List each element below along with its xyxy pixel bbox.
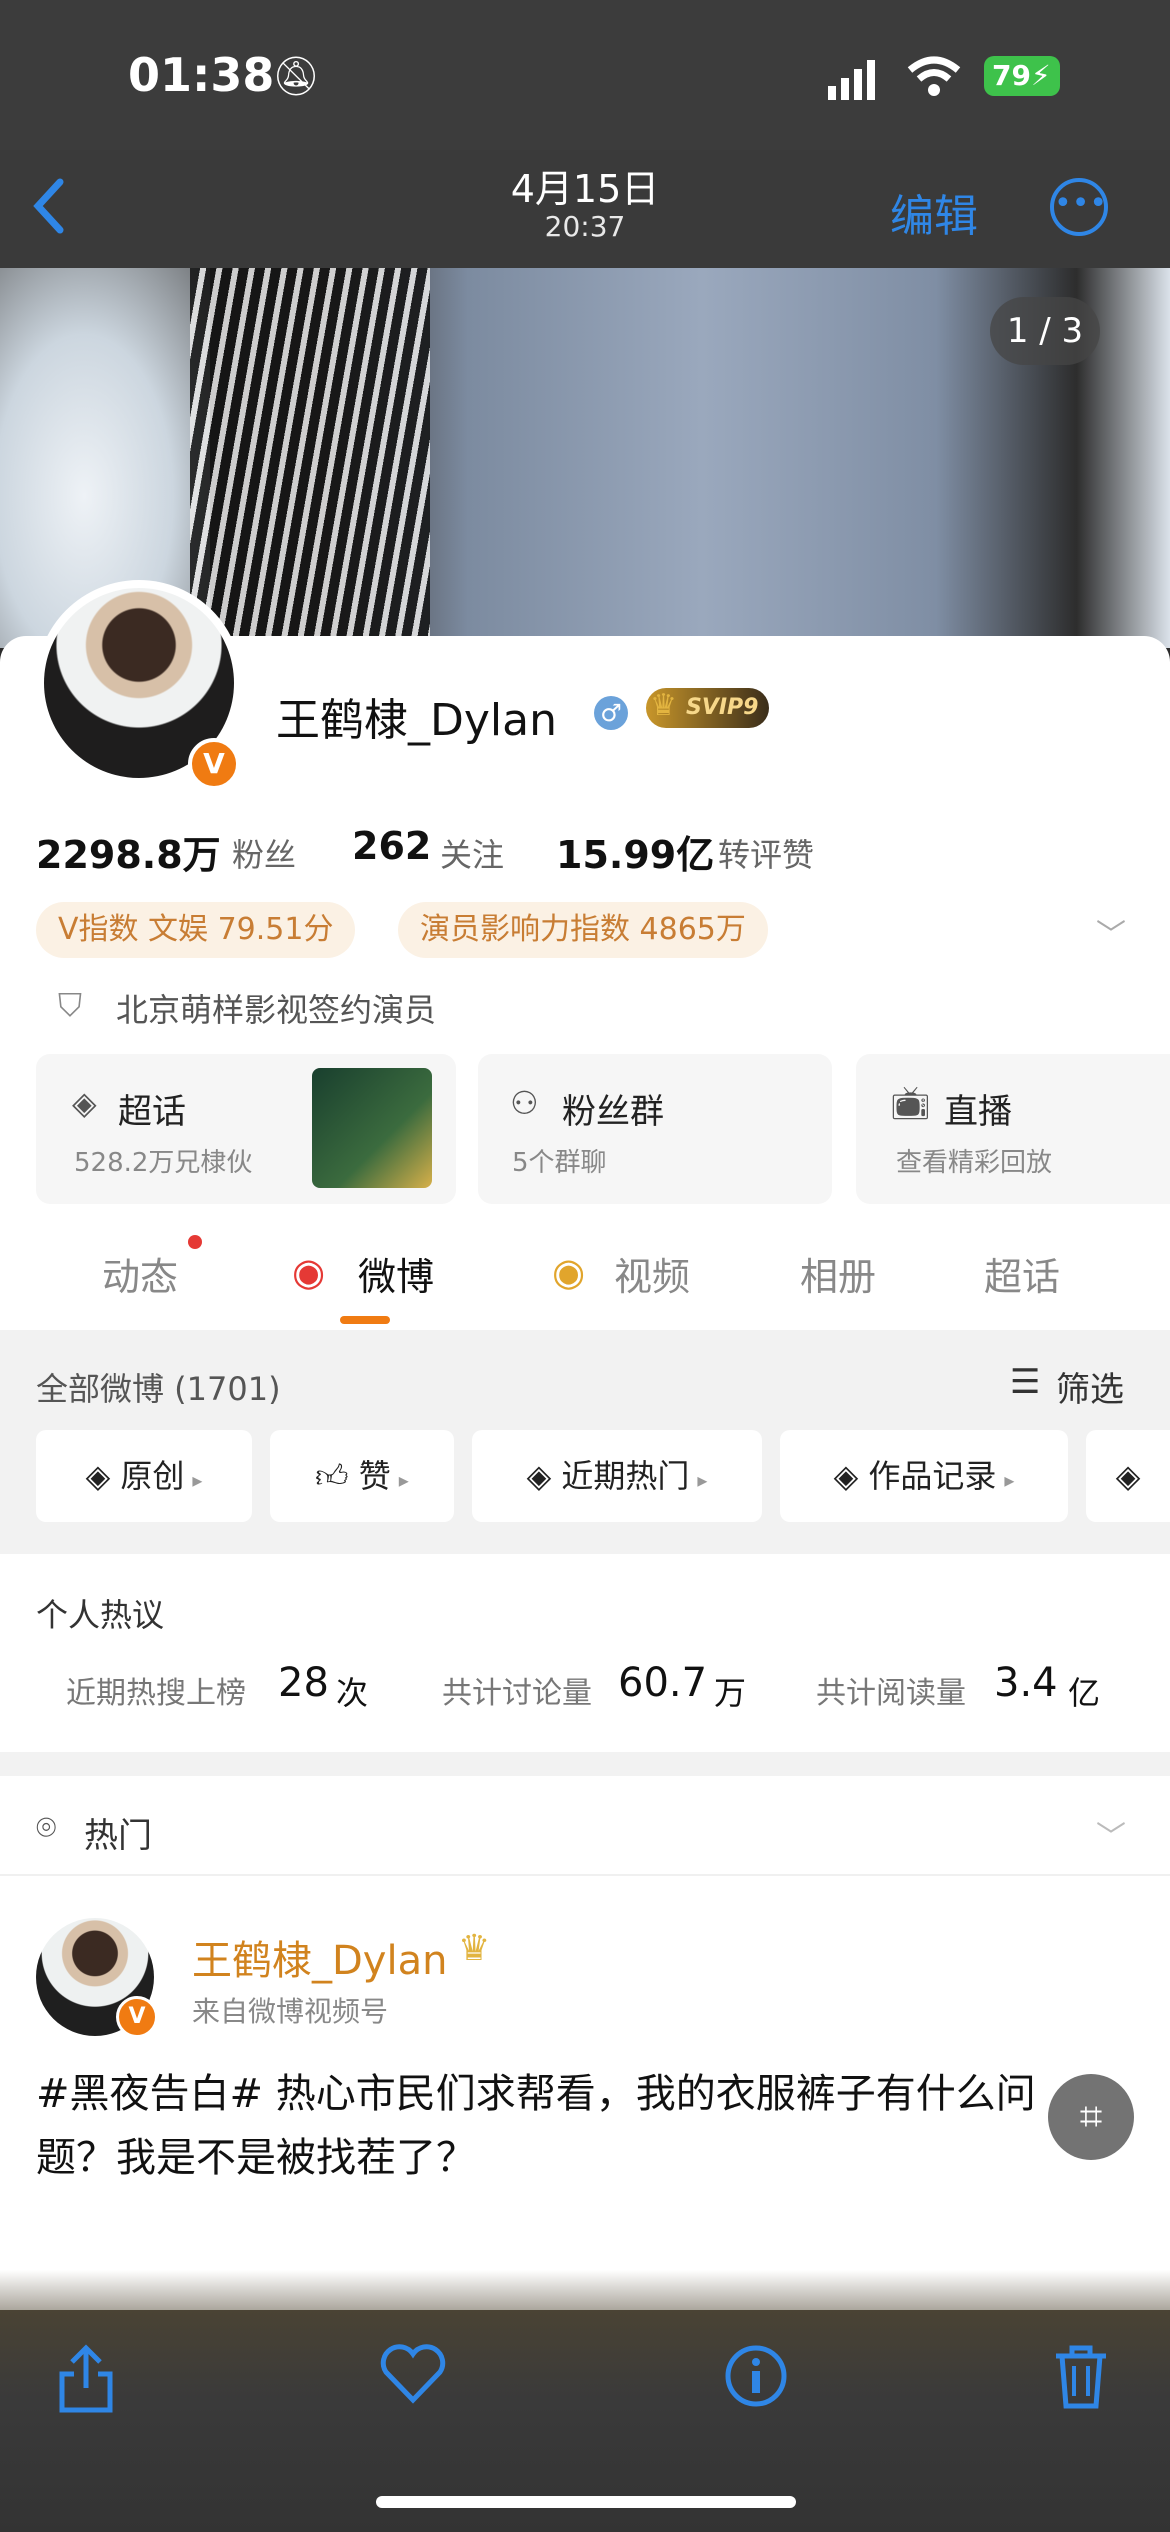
expand-chevron-icon[interactable]: ﹀ [1096,910,1126,954]
chip-arrow-icon: ▸ [398,1468,409,1492]
layers-icon: ◈ [833,1457,869,1495]
live-title: 直播 [944,1092,1012,1132]
chip-recent-hot-label: 近期热门 [561,1457,690,1495]
tab-album[interactable]: 相册 [800,1246,876,1301]
verified-badge-icon: V [188,738,240,790]
section-separator [0,1874,1170,1876]
super-topic-title: 超话 [118,1092,186,1132]
shield-check-icon: ⛉ [58,986,83,1024]
notification-dot [188,1235,202,1249]
likes-label: 转评赞 [718,836,815,874]
location-pin-icon: ⌾ [36,1808,57,1848]
likes-count[interactable]: 15.99亿 [556,824,714,879]
company-info: 北京萌样影视签约演员 [116,991,437,1029]
trend-searches-label: 近期热搜上榜 [66,1676,246,1711]
filter-icon: ☰ [1010,1362,1041,1402]
crown-icon: ♛ [650,688,677,723]
following-label: 关注 [440,836,505,874]
weibo-logo-icon: ◉ [292,1250,326,1294]
live-sub: 查看精彩回放 [896,1148,1053,1178]
tab-feed[interactable]: 动态 [102,1246,178,1301]
chip-likes[interactable]: 👍︎ 赞 ▸ [270,1430,454,1522]
chip-arrow-icon: ▸ [1004,1468,1015,1492]
chip-works-label: 作品记录 [868,1457,997,1495]
wifi-icon [906,54,962,102]
share-icon[interactable] [56,2344,116,2430]
cover-striped-shirt [190,268,430,648]
fan-group-icon: ⚇ [510,1084,539,1122]
layers-icon: ◈ [526,1457,562,1495]
info-icon[interactable] [724,2344,788,2424]
active-tab-indicator [340,1316,390,1324]
trend-searches-unit: 次 [336,1674,369,1712]
following-count[interactable]: 262 [352,824,431,868]
chip-arrow-icon: ▸ [192,1468,203,1492]
chip-original[interactable]: ◈ 原创 ▸ [36,1430,252,1522]
fan-group-title: 粉丝群 [562,1092,664,1132]
followers-count[interactable]: 2298.8万 [36,824,221,879]
followers-label: 粉丝 [232,836,297,874]
chip-likes-label: 赞 [358,1457,391,1495]
chip-original-label: 原创 [120,1457,185,1495]
signal-icon [828,60,880,104]
chip-arrow-icon: ▸ [697,1468,708,1492]
battery-level: 79 [992,59,1031,92]
fan-group-sub: 5个群聊 [512,1148,607,1178]
layers-icon: ◈ [1115,1457,1141,1495]
filter-button[interactable]: 筛选 [1056,1362,1124,1411]
heart-icon[interactable] [380,2344,446,2420]
hot-expand-chevron-icon[interactable]: ﹀ [1096,1812,1126,1856]
post-crown-icon: ♛ [458,1928,491,1969]
male-gender-icon: ♂ [594,696,628,730]
post-author-name[interactable]: 王鹤棣_Dylan [192,1928,447,1986]
all-posts-count: 全部微博 (1701) [36,1370,281,1408]
tab-video[interactable]: 视频 [614,1246,690,1301]
section-divider [0,1752,1170,1776]
home-indicator[interactable] [376,2496,796,2508]
tab-weibo[interactable]: 微博 [358,1246,434,1301]
username: 王鹤棣_Dylan [276,695,557,746]
trending-title: 个人热议 [36,1596,165,1634]
actor-influence-tag[interactable]: 演员影响力指数 4865万 [398,902,768,958]
mute-icon: 🔕︎ [272,54,321,98]
super-topic-sub: 528.2万兄棣伙 [74,1148,253,1178]
tab-super-topic[interactable]: 超话 [984,1246,1060,1301]
chip-more[interactable]: ◈ [1086,1430,1170,1522]
tv-icon: 📺︎ [890,1084,931,1122]
trend-discussion-label: 共计讨论量 [442,1676,592,1711]
trend-searches-value: 28 [278,1660,329,1706]
thumbs-up-icon: 👍︎ [315,1457,359,1495]
chip-works[interactable]: ◈ 作品记录 ▸ [780,1430,1068,1522]
super-topic-thumbnail [312,1068,432,1188]
edit-button[interactable]: 编辑 [890,180,978,244]
image-counter: 1 / 3 [990,297,1100,365]
video-eye-icon: ◉ [552,1250,586,1294]
nav-date: 4月15日 [510,167,660,211]
trend-discussion-unit: 万 [714,1674,747,1712]
status-time: 01:38 [128,48,275,102]
trend-reads-label: 共计阅读量 [816,1676,966,1711]
post-source: 来自微博视频号 [192,1995,389,2028]
trash-icon[interactable] [1052,2344,1110,2426]
hot-section-title: 热门 [84,1816,152,1856]
v-index-tag[interactable]: V指数 文娱 79.51分 [36,902,356,958]
trend-reads-value: 3.4 [994,1660,1058,1706]
post-text[interactable]: #黑夜告白# 热心市民们求帮看，我的衣服裤子有什么问题？我是不是被找茬了？ [36,2062,1106,2190]
super-topic-icon: ◈ [72,1084,97,1122]
layers-icon: ◈ [85,1457,121,1495]
scan-text-icon[interactable]: ⌗ [1048,2074,1134,2160]
trend-discussion-value: 60.7 [618,1660,708,1706]
battery-icon: 79⚡︎ [984,56,1060,96]
post-verified-badge-icon: V [116,1996,158,2038]
trend-reads-unit: 亿 [1068,1674,1101,1712]
chip-recent-hot[interactable]: ◈ 近期热门 ▸ [472,1430,762,1522]
more-options-icon[interactable]: ••• [1050,178,1108,236]
nav-time: 20:37 [544,210,626,243]
live-card[interactable] [856,1054,1170,1204]
